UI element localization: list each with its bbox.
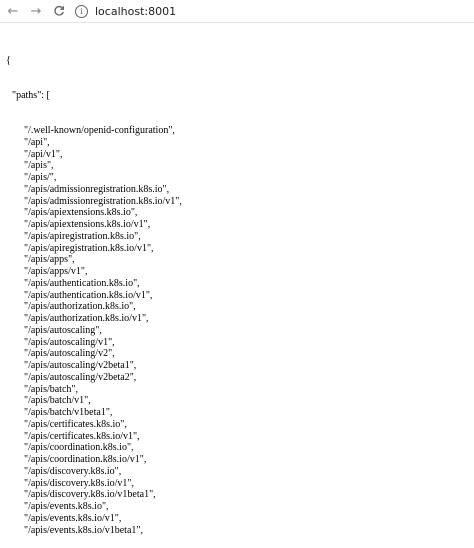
path-entry: "/apis/certificates.k8s.io", (24, 418, 127, 430)
path-entry: "/apis/batch/v1beta1", (24, 407, 113, 418)
path-entry: "/apis/discovery.k8s.io/v1beta1", (24, 489, 156, 501)
paths-list: "/.well-known/openid-configuration", "/ap… (6, 125, 474, 536)
path-entry: "/apis/discovery.k8s.io/v1", (24, 477, 135, 489)
path-entry: "/apis/admissionregistration.k8s.io", (24, 183, 170, 195)
reload-icon-graphic (54, 5, 65, 16)
path-entry: "/apis/authentication.k8s.io", (24, 277, 140, 289)
path-entry: "/apis/admissionregistration.k8s.io/v1", (24, 195, 182, 207)
path-entry: "/apis/autoscaling/v2beta1", (24, 360, 137, 371)
path-entry: "/apis", (24, 160, 54, 172)
path-entry: "/apis/autoscaling/v1", (24, 336, 115, 348)
path-entry: "/apis/batch", (24, 383, 78, 395)
path-entry: "/apis/events.k8s.io/v1beta1", (24, 524, 143, 536)
path-entry: "/api", (24, 136, 50, 148)
reload-icon[interactable] (49, 1, 69, 21)
json-response-body: { "paths": [ "/.well-known/openid-config… (6, 31, 474, 548)
json-paths-key: "paths": [ (12, 89, 50, 101)
path-entry: "/apis/events.k8s.io/v1", (24, 512, 122, 524)
path-entry: "/apis/authentication.k8s.io/v1", (24, 289, 153, 301)
path-entry: "/apis/batch/v1", (24, 395, 91, 407)
browser-toolbar: ← → i localhost:8001 (0, 0, 474, 23)
address-bar[interactable]: i localhost:8001 (75, 2, 474, 20)
path-entry: "/apis/discovery.k8s.io", (24, 465, 122, 477)
path-entry: "/apis/apiextensions.k8s.io", (24, 207, 138, 219)
forward-arrow-icon[interactable]: → (26, 1, 46, 21)
path-entry: "/apis/authorization.k8s.io", (24, 301, 136, 313)
path-entry: "/apis/autoscaling/v2beta2", (24, 371, 137, 383)
path-entry: "/apis/apiregistration.k8s.io/v1", (24, 242, 154, 254)
url-text[interactable]: localhost:8001 (95, 5, 176, 18)
path-entry: "/apis/coordination.k8s.io/v1", (24, 454, 147, 465)
site-info-icon[interactable]: i (75, 4, 88, 18)
path-entry: "/apis/", (24, 172, 57, 183)
path-entry: "/.well-known/openid-configuration", (24, 125, 175, 136)
path-entry: "/apis/apps/v1", (24, 266, 88, 277)
path-entry: "/apis/coordination.k8s.io", (24, 442, 134, 454)
path-entry: "/apis/autoscaling", (24, 324, 102, 336)
path-entry: "/apis/apiextensions.k8s.io/v1", (24, 219, 151, 230)
path-entry: "/apis/authorization.k8s.io/v1", (24, 313, 149, 324)
path-entry: "/apis/certificates.k8s.io/v1", (24, 430, 140, 442)
path-entry: "/api/v1", (24, 148, 63, 160)
path-entry: "/apis/apiregistration.k8s.io", (24, 230, 141, 242)
path-entry: "/apis/autoscaling/v2", (24, 348, 115, 360)
path-entry: "/apis/events.k8s.io", (24, 501, 109, 512)
back-arrow-icon[interactable]: ← (3, 1, 23, 21)
json-open-brace: { (6, 54, 11, 66)
path-entry: "/apis/apps", (24, 254, 75, 266)
